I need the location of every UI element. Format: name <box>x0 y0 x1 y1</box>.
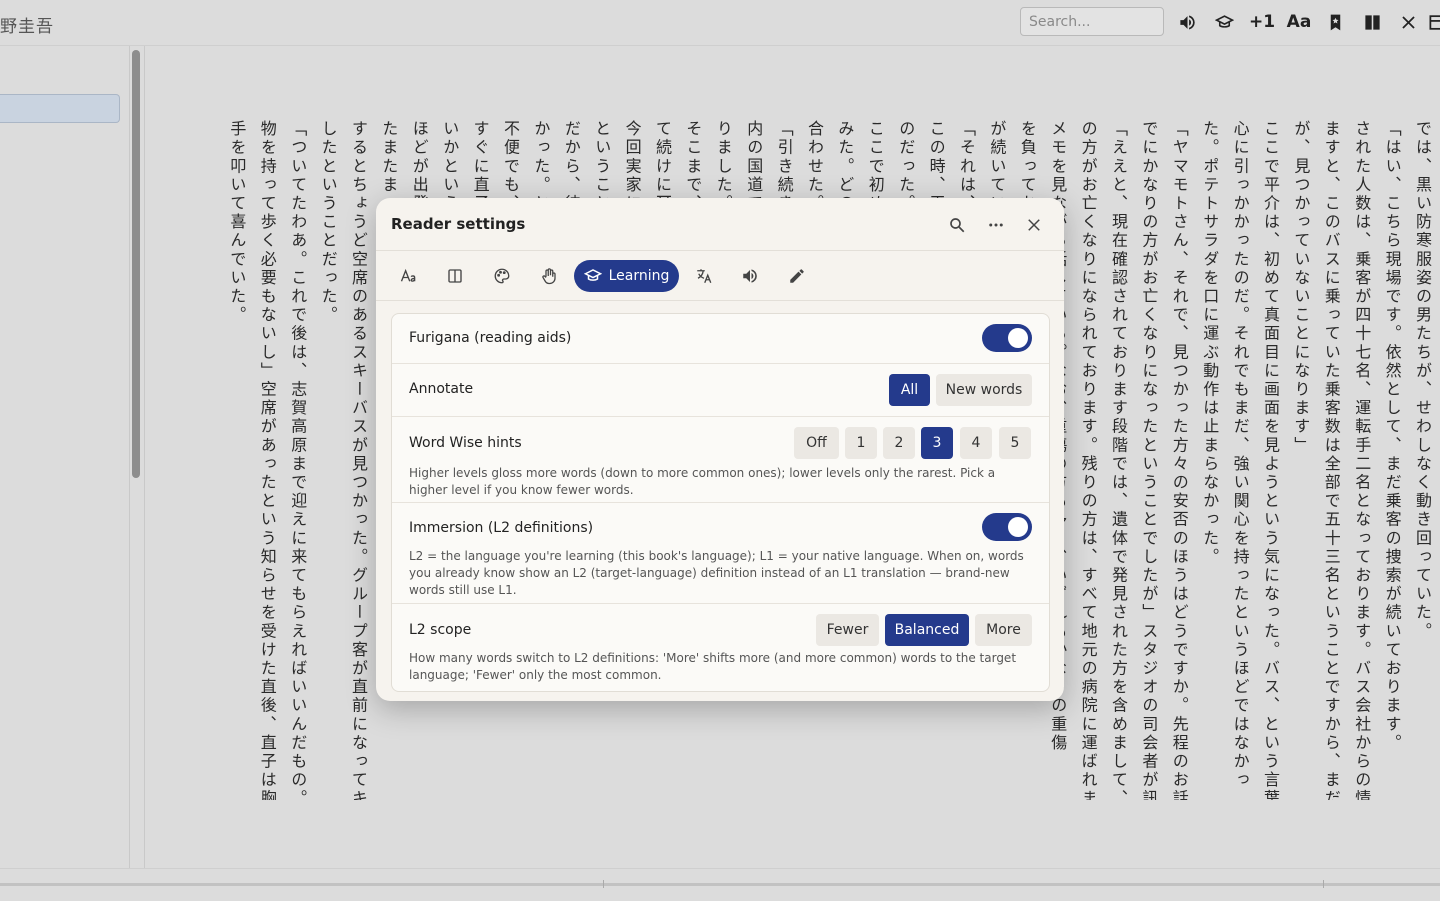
dialog-header: Reader settings <box>376 198 1064 251</box>
l2-scope-option-balanced[interactable]: Balanced <box>885 614 969 646</box>
furigana-toggle[interactable] <box>982 324 1032 352</box>
dialog-title: Reader settings <box>391 215 526 233</box>
word-wise-option-4[interactable]: 4 <box>960 427 992 459</box>
word-wise-help: Higher levels gloss more words (down to … <box>409 466 996 497</box>
dialog-close-icon[interactable] <box>1021 212 1047 238</box>
immersion-row: Immersion (L2 definitions) L2 = the lang… <box>392 503 1049 604</box>
l2-scope-option-more[interactable]: More <box>975 614 1032 646</box>
l2-scope-help: How many words switch to L2 definitions:… <box>409 651 1017 682</box>
l2-scope-row: L2 scope Fewer Balanced More How many wo… <box>392 604 1049 691</box>
plus-one-button[interactable]: +1 <box>1246 8 1278 36</box>
settings-tabs: Learning <box>376 251 1064 301</box>
annotate-row: Annotate All New words <box>392 364 1049 417</box>
sidebar-item-selected[interactable] <box>0 94 120 123</box>
more-options-icon[interactable] <box>983 212 1009 238</box>
tab-typography[interactable] <box>392 260 426 292</box>
text-column: が、見つかっていないことになります」 <box>1291 120 1311 455</box>
columns-icon[interactable] <box>1357 8 1387 36</box>
immersion-help: L2 = the language you're learning (this … <box>409 549 1024 597</box>
tab-layout[interactable] <box>438 260 472 292</box>
font-size-button[interactable]: Aa <box>1283 8 1315 36</box>
word-wise-option-3[interactable]: 3 <box>921 427 953 459</box>
immersion-toggle[interactable] <box>982 513 1032 541</box>
tab-edit[interactable] <box>780 260 814 292</box>
book-title: 野圭吾 <box>0 17 54 37</box>
progress-tick <box>603 880 604 888</box>
text-column: された人数は、乗客が四十七名、運転手二名となっております。バス会社からの情報によ… <box>1352 120 1372 800</box>
tab-learning[interactable]: Learning <box>574 260 679 292</box>
annotate-option-all[interactable]: All <box>889 374 930 406</box>
text-column: 「はい、こちら現場です。依然として、まだ乗客の捜索が続いております。 <box>1382 120 1402 753</box>
text-column: 手を叩いて喜んでいた。 <box>227 120 247 325</box>
volume-icon[interactable] <box>1172 8 1202 36</box>
immersion-label: Immersion (L2 definitions) <box>409 520 594 536</box>
word-wise-option-2[interactable]: 2 <box>883 427 915 459</box>
word-wise-label: Word Wise hints <box>409 435 522 451</box>
tab-audio[interactable] <box>733 260 767 292</box>
tab-theme[interactable] <box>485 260 519 292</box>
text-column: でにかなりの方がお亡くなりになったということでしたが」スタジオの司会者が訊いた。 <box>1139 120 1159 800</box>
text-column: の方がお亡くなりになられております。残りの方は、すべて地元の病院に運ばれました」 <box>1078 120 1098 800</box>
word-wise-option-off[interactable]: Off <box>794 427 839 459</box>
annotate-label: Annotate <box>409 381 474 397</box>
text-column: 心に引っかかったのだ。それでもまだ、強い関心を持ったというほどではなかっ <box>1230 120 1250 790</box>
word-wise-option-1[interactable]: 1 <box>845 427 877 459</box>
progress-track[interactable] <box>0 883 1440 886</box>
chapter-sidebar <box>0 46 130 868</box>
progress-tick <box>1323 880 1324 888</box>
close-icon[interactable] <box>1393 8 1423 36</box>
tab-translate[interactable] <box>687 260 721 292</box>
furigana-row: Furigana (reading aids) <box>392 314 1049 364</box>
tab-gestures[interactable] <box>532 260 566 292</box>
search-icon[interactable] <box>944 212 970 238</box>
reader-settings-dialog: Reader settings Learning Furigana (readi… <box>376 198 1064 701</box>
top-toolbar: 野圭吾 +1 Aa <box>0 0 1440 46</box>
text-column: 「ええと、現在確認されております段階では、遺体で発見された方を含めまして、二十六… <box>1109 120 1128 800</box>
text-column: た。ポテトサラダを口に運ぶ動作は止まらなかった。 <box>1200 120 1220 567</box>
search-input[interactable] <box>1020 7 1164 36</box>
furigana-label: Furigana (reading aids) <box>409 330 572 346</box>
annotate-option-new-words[interactable]: New words <box>936 374 1032 406</box>
tab-learning-label: Learning <box>608 268 670 284</box>
l2-scope-option-fewer[interactable]: Fewer <box>816 614 879 646</box>
text-column: したということだった。 <box>318 120 338 325</box>
text-column: ここで平介は、初めて真面目に画面を見ようという気になった。バス、という言葉が彼の <box>1261 120 1280 800</box>
l2-scope-label: L2 scope <box>409 622 472 638</box>
word-wise-option-5[interactable]: 5 <box>999 427 1031 459</box>
sidebar-scrollbar-thumb[interactable] <box>132 50 140 478</box>
text-column: するとちょうど空席のあるスキーバスが見つかった。グループ客が直前になってキャンセ… <box>349 120 368 800</box>
learning-settings-panel: Furigana (reading aids) Annotate All New… <box>391 313 1050 692</box>
text-column: では、黒い防寒服姿の男たちが、せわしなく動き回っていた。 <box>1413 120 1432 641</box>
text-column: 「ついてたわあ。これで後は、志賀高原まで迎えに来てもらえればいいんだもの。重い荷 <box>288 120 308 800</box>
text-column: 「ヤマモトさん、それで、見つかった方々の安否のほうはどうですか。先程のお話では、… <box>1169 120 1189 800</box>
word-wise-row: Word Wise hints Off 1 2 3 4 5 Higher lev… <box>392 417 1049 503</box>
text-column: 物を持って歩く必要もないし」空席があったという知らせを受けた直後、直子は胸の前で <box>257 120 277 800</box>
sidebar-icon[interactable] <box>1428 8 1440 36</box>
graduation-cap-icon[interactable] <box>1209 8 1239 36</box>
text-column: ますと、このバスに乗っていた乗客数は全部で五十三名ということですから、まだ六人の… <box>1321 120 1341 800</box>
bookmark-icon[interactable] <box>1320 8 1350 36</box>
